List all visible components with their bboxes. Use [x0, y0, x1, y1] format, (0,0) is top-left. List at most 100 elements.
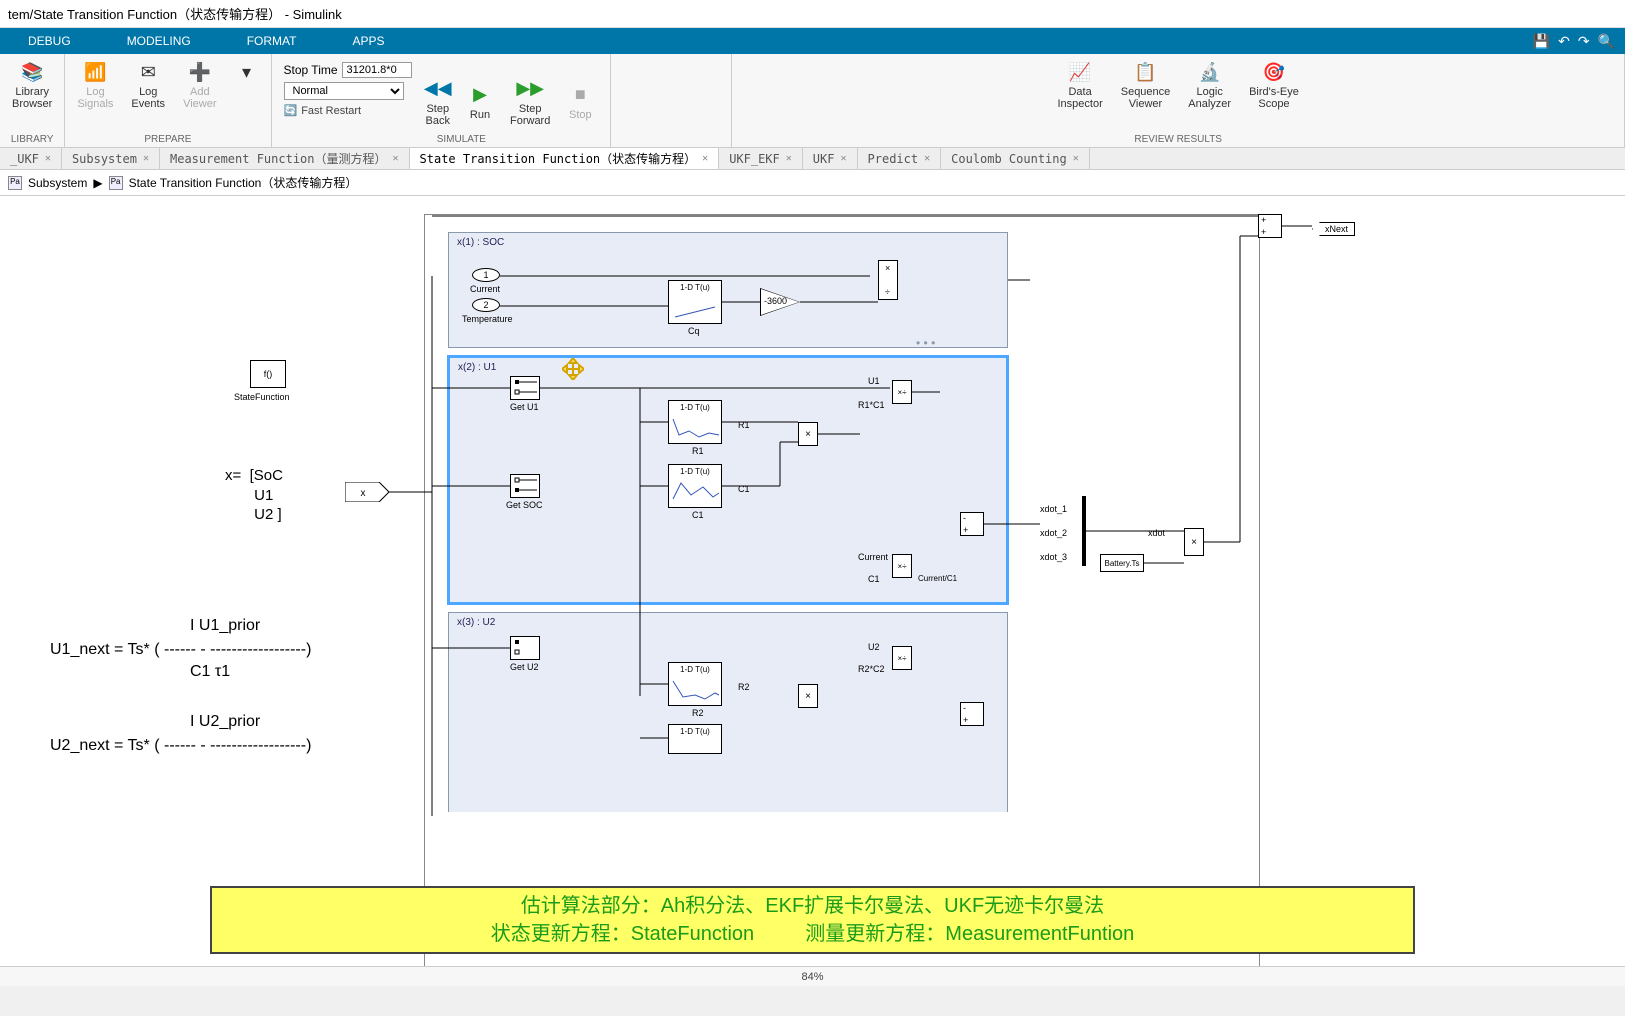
battery-ts-block[interactable]: Battery.Ts — [1100, 554, 1144, 572]
lookup-cq[interactable]: 1-D T(u) — [668, 280, 722, 324]
divide-u2[interactable]: ×÷ — [892, 646, 912, 670]
cq-label: Cq — [688, 326, 700, 336]
logic-analyzer-button[interactable]: 🔬 Logic Analyzer — [1184, 58, 1235, 112]
selector-get-soc[interactable] — [510, 474, 540, 498]
divide-current-c1[interactable]: ×÷ — [892, 554, 912, 578]
model-canvas[interactable]: f() StateFunction x= [SoC U1 U2 ] x I U1… — [0, 196, 1625, 966]
close-icon[interactable]: ✕ — [786, 153, 792, 164]
close-icon[interactable]: ✕ — [393, 153, 399, 164]
save-icon[interactable]: 💾 — [1533, 33, 1550, 50]
data-inspector-button[interactable]: 📈 Data Inspector — [1053, 58, 1106, 112]
ribbon-tabs: DEBUG MODELING FORMAT APPS 💾 ↶ ↷ 🔍 — [0, 28, 1625, 54]
r2-signal: R2 — [738, 682, 750, 692]
undo-icon[interactable]: ↶ — [1558, 33, 1570, 50]
eq1-top: I U1_prior — [190, 616, 260, 637]
breadcrumb-item[interactable]: State Transition Function（状态传输方程） — [129, 174, 358, 191]
lookup-r1[interactable]: 1-D T(u) — [668, 400, 722, 444]
close-icon[interactable]: ✕ — [702, 153, 708, 164]
prepare-dropdown[interactable]: ▾ — [231, 58, 263, 86]
lookup-c2[interactable]: 1-D T(u) — [668, 724, 722, 754]
log-events-icon: ✉ — [136, 60, 160, 84]
step-back-icon: ◀◀ — [426, 77, 450, 101]
model-tab-ukf-ekf[interactable]: UKF_EKF✕ — [719, 148, 803, 169]
product-r1c1[interactable]: × — [798, 422, 818, 446]
logic-analyzer-icon: 🔬 — [1198, 60, 1222, 84]
eq2-top: I U2_prior — [190, 712, 260, 733]
tab-debug[interactable]: DEBUG — [0, 28, 99, 54]
product-soc[interactable]: ×÷ — [878, 260, 898, 300]
close-icon[interactable]: ✕ — [45, 153, 51, 164]
library-browser-button[interactable]: 📚 Library Browser — [8, 58, 56, 112]
run-button[interactable]: ▶ Run — [464, 81, 496, 123]
xdot2-label: xdot_2 — [1040, 528, 1067, 538]
add-viewer-button[interactable]: ➕ Add Viewer — [179, 58, 220, 112]
stop-button[interactable]: ■ Stop — [564, 81, 596, 123]
product-r2c2[interactable]: × — [798, 684, 818, 708]
close-icon[interactable]: ✕ — [840, 153, 846, 164]
sequence-viewer-icon: 📋 — [1134, 60, 1158, 84]
stop-time-input[interactable] — [342, 62, 412, 78]
model-tab-ukf[interactable]: _UKF✕ — [0, 148, 62, 169]
overlay-line2a: 状态更新方程：StateFunction — [491, 923, 754, 945]
current-label: Current — [470, 284, 500, 294]
stop-icon: ■ — [568, 83, 592, 107]
xnext-outport[interactable]: xNext — [1312, 222, 1355, 236]
r1-signal: R1 — [738, 420, 750, 430]
sum-xnext[interactable]: ++ — [1258, 214, 1282, 238]
close-icon[interactable]: ✕ — [924, 153, 930, 164]
window-titlebar: tem/State Transition Function（状态传输方程） - … — [0, 0, 1625, 28]
model-tab-subsystem[interactable]: Subsystem✕ — [62, 148, 160, 169]
model-tab-ukf2[interactable]: UKF✕ — [803, 148, 858, 169]
get-u1-label: Get U1 — [510, 402, 539, 412]
step-forward-icon: ▶▶ — [518, 77, 542, 101]
overlay-line2b: 测量更新方程：MeasurementFuntion — [805, 923, 1134, 945]
step-forward-button[interactable]: ▶▶ Step Forward — [506, 75, 554, 129]
subsys-soc[interactable]: x(1) : SOC — [448, 232, 1008, 348]
state-function-block[interactable]: f() — [250, 360, 286, 388]
close-icon[interactable]: ✕ — [143, 153, 149, 164]
lookup-r2[interactable]: 1-D T(u) — [668, 662, 722, 706]
model-icon[interactable]: Pa — [109, 176, 123, 190]
sequence-viewer-button[interactable]: 📋 Sequence Viewer — [1117, 58, 1175, 112]
log-events-button[interactable]: ✉ Log Events — [127, 58, 169, 112]
step-back-button[interactable]: ◀◀ Step Back — [422, 75, 454, 129]
model-tab-measurement[interactable]: Measurement Function（量测方程）✕ — [160, 148, 410, 169]
divide-u1[interactable]: ×÷ — [892, 380, 912, 404]
group-library: 📚 Library Browser LIBRARY — [0, 54, 65, 147]
tab-format[interactable]: FORMAT — [219, 28, 325, 54]
mux-block[interactable] — [1082, 496, 1086, 566]
model-tab-coulomb[interactable]: Coulomb Counting✕ — [941, 148, 1090, 169]
product-xdot[interactable]: × — [1184, 528, 1204, 556]
r2c2-signal: R2*C2 — [858, 664, 885, 674]
x-input-port[interactable]: x — [345, 482, 389, 502]
u1-signal: U1 — [868, 376, 880, 386]
subsys-handle-icon[interactable]: • • • — [916, 336, 935, 350]
search-icon[interactable]: 🔍 — [1598, 33, 1615, 50]
xdot-label: xdot — [1148, 528, 1165, 538]
zoom-level[interactable]: 84% — [801, 971, 823, 983]
lookup-c1[interactable]: 1-D T(u) — [668, 464, 722, 508]
birds-eye-button[interactable]: 🎯 Bird's-Eye Scope — [1245, 58, 1303, 112]
sum-u1[interactable]: -+ — [960, 512, 984, 536]
model-icon[interactable]: Pa — [8, 176, 22, 190]
selector-get-u1[interactable] — [510, 376, 540, 400]
toolstrip: 📚 Library Browser LIBRARY 📶 Log Signals … — [0, 54, 1625, 148]
tab-modeling[interactable]: MODELING — [99, 28, 219, 54]
selector-get-u2[interactable] — [510, 636, 540, 660]
run-icon: ▶ — [468, 83, 492, 107]
model-tab-predict[interactable]: Predict✕ — [858, 148, 942, 169]
log-signals-button[interactable]: 📶 Log Signals — [73, 58, 117, 112]
group-simulate-label: SIMULATE — [611, 54, 732, 147]
redo-icon[interactable]: ↷ — [1578, 33, 1590, 50]
close-icon[interactable]: ✕ — [1073, 153, 1079, 164]
tab-apps[interactable]: APPS — [324, 28, 412, 54]
fast-restart-toggle[interactable]: 🔄 Fast Restart — [284, 104, 412, 117]
breadcrumb-item[interactable]: Subsystem — [28, 176, 87, 190]
overlay-banner: 估计算法部分：Ah积分法、EKF扩展卡尔曼法、UKF无迹卡尔曼法 状态更新方程：… — [210, 886, 1415, 954]
sim-mode-select[interactable]: Normal — [284, 82, 404, 100]
inport-temperature[interactable]: 2 — [472, 298, 500, 312]
current-c1-label: Current/C1 — [918, 574, 957, 583]
sum-u2[interactable]: -+ — [960, 702, 984, 726]
model-tab-state-transition[interactable]: State Transition Function（状态传输方程）✕ — [410, 148, 720, 169]
inport-current[interactable]: 1 — [472, 268, 500, 282]
